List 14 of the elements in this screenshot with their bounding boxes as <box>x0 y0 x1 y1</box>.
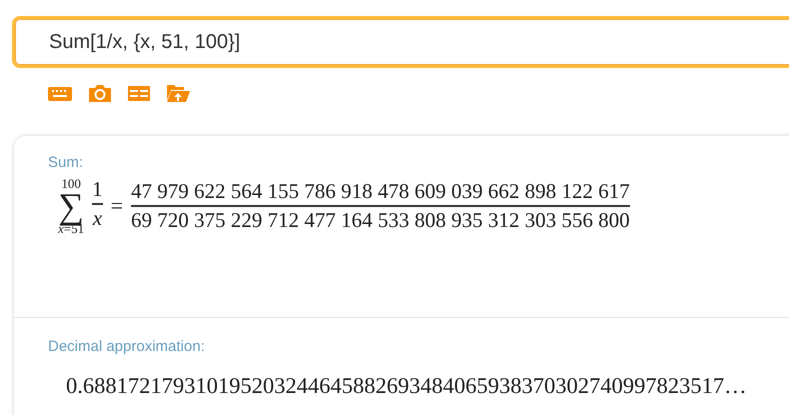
pod-title: Sum: <box>48 154 84 171</box>
pod-title: Decimal approximation: <box>48 338 206 355</box>
numerator: 47 979 622 564 155 786 918 478 609 039 662 898 122 617 <box>131 178 630 206</box>
denominator: 69 720 375 229 712 477 164 533 808 935 312 303 556 800 <box>131 206 630 234</box>
camera-icon[interactable] <box>88 84 112 102</box>
query-input-field[interactable]: Sum[1/x, {x, 51, 100}] <box>12 16 789 68</box>
equals-sign: = <box>110 193 124 220</box>
table-icon[interactable] <box>128 85 150 101</box>
upper-limit: 100 <box>61 177 81 190</box>
keyboard-icon[interactable] <box>48 85 72 101</box>
term-denominator: x <box>92 204 102 232</box>
folder-upload-icon[interactable] <box>166 84 190 102</box>
decimal-value: 0.688172179310195203244645882693484065938370302740997823517… <box>66 373 748 399</box>
term-numerator: 1 <box>92 176 103 204</box>
